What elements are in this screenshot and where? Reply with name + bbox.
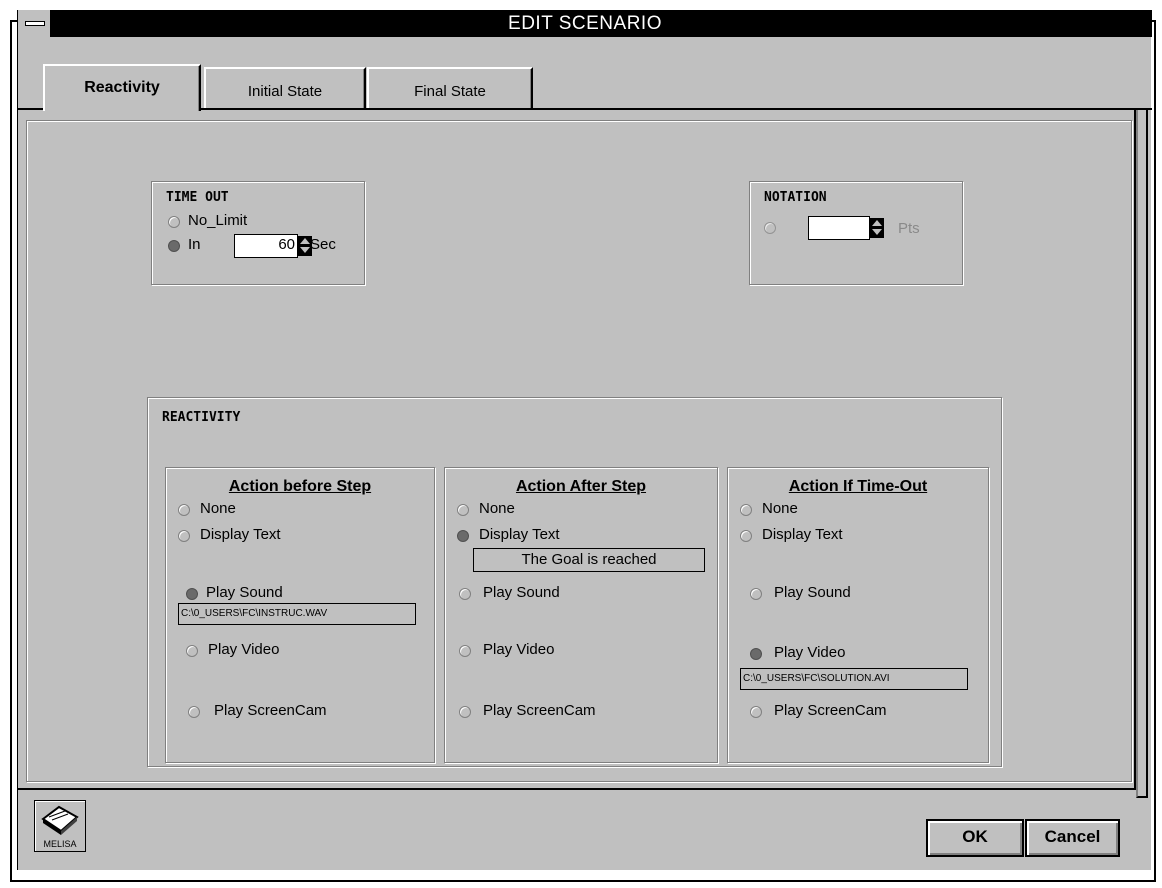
- cancel-button[interactable]: Cancel: [1025, 819, 1120, 857]
- after-display-text-radio[interactable]: [457, 530, 469, 542]
- after-play-screencam-label: Play ScreenCam: [483, 702, 596, 719]
- edit-scenario-dialog: EDIT SCENARIO Reactivity Initial State F…: [17, 10, 1152, 870]
- timeout-no-limit-radio[interactable]: [168, 216, 180, 228]
- timeout-action-display-text-label: Display Text: [762, 526, 843, 543]
- after-play-sound-radio[interactable]: [459, 588, 471, 600]
- before-play-sound-label: Play Sound: [206, 584, 283, 601]
- timeout-action-play-sound-radio[interactable]: [750, 588, 762, 600]
- tab-final-state[interactable]: Final State: [367, 67, 533, 108]
- timeout-in-label: In: [188, 236, 201, 253]
- timeout-no-limit-label: No_Limit: [188, 212, 248, 229]
- tab-label: Final State: [414, 83, 486, 100]
- after-play-video-radio[interactable]: [459, 645, 471, 657]
- before-display-text-radio[interactable]: [178, 530, 190, 542]
- after-display-text-label: Display Text: [479, 526, 560, 543]
- after-display-text-field[interactable]: The Goal is reached: [473, 548, 705, 572]
- ok-button[interactable]: OK: [926, 819, 1024, 857]
- before-play-screencam-label: Play ScreenCam: [214, 702, 327, 719]
- after-play-video-label: Play Video: [483, 641, 555, 658]
- notation-title: NOTATION: [764, 190, 827, 205]
- timeout-action-play-sound-label: Play Sound: [774, 584, 851, 601]
- before-sound-path-field[interactable]: C:\0_USERS\FC\INSTRUC.WAV: [178, 603, 416, 625]
- action-after-step-heading: Action After Step: [515, 478, 647, 495]
- timeout-action-play-screencam-label: Play ScreenCam: [774, 702, 887, 719]
- timeout-action-play-video-label: Play Video: [774, 644, 846, 661]
- timeout-video-path-field[interactable]: C:\0_USERS\FC\SOLUTION.AVI: [740, 668, 968, 690]
- reactivity-title: REACTIVITY: [162, 410, 241, 425]
- notation-value-field[interactable]: [808, 216, 870, 240]
- after-play-sound-label: Play Sound: [483, 584, 560, 601]
- before-none-radio[interactable]: [178, 504, 190, 516]
- after-play-screencam-radio[interactable]: [459, 706, 471, 718]
- tab-label: Reactivity: [84, 79, 160, 96]
- action-after-step-panel: Action After Step None Display Text The …: [444, 467, 718, 763]
- timeout-value-field[interactable]: 60: [234, 234, 298, 258]
- panel-edge: [1136, 110, 1148, 798]
- notation-unit: Pts: [898, 220, 920, 237]
- before-none-label: None: [200, 500, 236, 517]
- tab-reactivity[interactable]: Reactivity: [43, 64, 201, 111]
- before-display-text-label: Display Text: [200, 526, 281, 543]
- melisa-logo: MELISA: [34, 800, 86, 852]
- timeout-action-display-text-radio[interactable]: [740, 530, 752, 542]
- action-if-timeout-panel: Action If Time-Out None Display Text Pla…: [727, 467, 989, 763]
- timeout-unit: Sec: [310, 236, 336, 253]
- timeout-action-none-radio[interactable]: [740, 504, 752, 516]
- logo-label: MELISA: [43, 839, 77, 849]
- timeout-title: TIME OUT: [166, 190, 229, 205]
- tab-initial-state[interactable]: Initial State: [204, 67, 366, 108]
- timeout-action-play-video-radio[interactable]: [750, 648, 762, 660]
- before-play-sound-radio[interactable]: [186, 588, 198, 600]
- timeout-action-play-screencam-radio[interactable]: [750, 706, 762, 718]
- before-play-video-radio[interactable]: [186, 645, 198, 657]
- tab-label: Initial State: [247, 83, 323, 100]
- notation-group: NOTATION Pts: [749, 181, 963, 285]
- title-bar[interactable]: EDIT SCENARIO: [18, 10, 1152, 37]
- timeout-group: TIME OUT No_Limit In 60 Sec: [151, 181, 365, 285]
- before-play-screencam-radio[interactable]: [188, 706, 200, 718]
- action-before-step-heading: Action before Step: [228, 478, 372, 495]
- window-title: EDIT SCENARIO: [508, 13, 662, 34]
- timeout-action-none-label: None: [762, 500, 798, 517]
- timeout-in-radio[interactable]: [168, 240, 180, 252]
- before-play-video-label: Play Video: [208, 641, 280, 658]
- notation-spinner[interactable]: [870, 218, 884, 238]
- book-icon: [41, 805, 79, 835]
- after-none-label: None: [479, 500, 515, 517]
- notation-radio[interactable]: [764, 222, 776, 234]
- action-before-step-panel: Action before Step None Display Text Pla…: [165, 467, 435, 763]
- action-if-timeout-heading: Action If Time-Out: [788, 478, 928, 495]
- after-none-radio[interactable]: [457, 504, 469, 516]
